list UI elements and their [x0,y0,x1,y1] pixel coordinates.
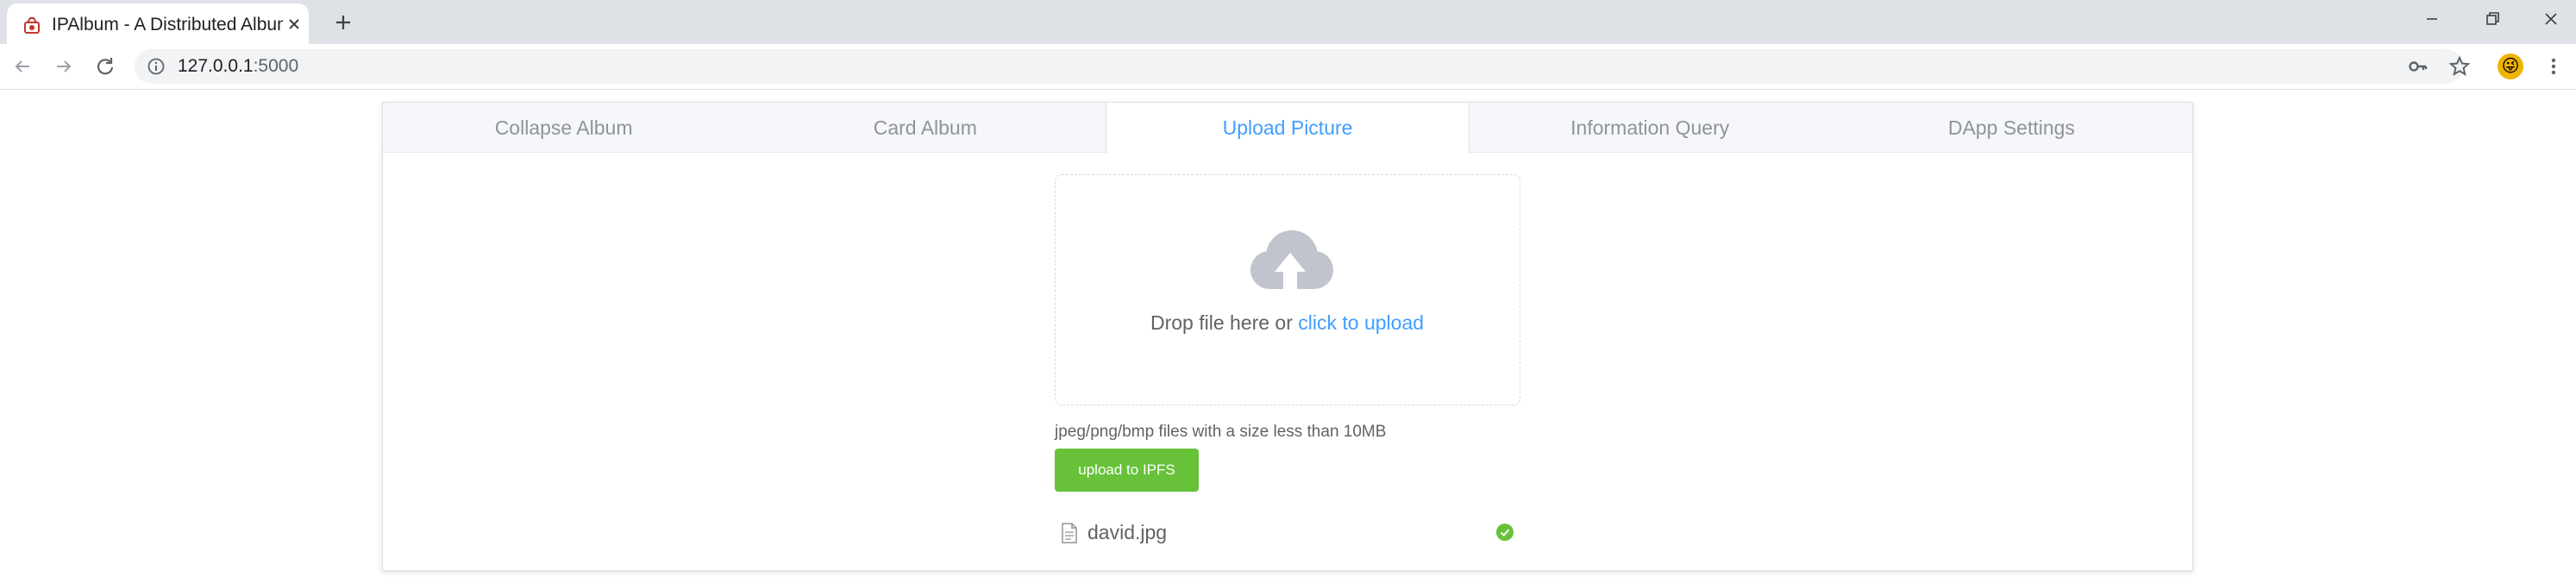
url-text: 127.0.0.1:5000 [178,49,298,84]
browser-tab[interactable]: IPAlbum - A Distributed Album [7,3,309,44]
bookmark-star-icon[interactable] [2448,54,2472,78]
forward-icon[interactable] [52,54,76,78]
address-bar[interactable]: 127.0.0.1:5000 [135,49,2463,84]
minimize-icon[interactable] [2420,7,2444,31]
click-to-upload-link[interactable]: click to upload [1298,311,1424,334]
tab-collapse-album[interactable]: Collapse Album [383,103,744,153]
profile-avatar-icon[interactable]: 😜 [2498,53,2523,79]
restore-icon[interactable] [2480,7,2504,31]
app-card: Collapse Album Card Album Upload Picture… [382,102,2193,571]
app-favicon-icon [24,17,40,34]
document-icon [1062,523,1077,543]
file-name: david.jpg [1087,521,1168,543]
tab-card-album[interactable]: Card Album [744,103,1106,153]
info-icon[interactable] [147,57,166,76]
dropzone-text: Drop file here or click to upload [1056,310,1519,336]
browser-titlebar: IPAlbum - A Distributed Album [0,0,2576,44]
upload-tip: jpeg/png/bmp files with a size less than… [1055,423,1387,441]
uploaded-file-item[interactable]: david.jpg [1055,518,1520,547]
url-host: 127.0.0.1 [178,56,254,76]
key-icon[interactable] [2406,54,2430,78]
reload-icon[interactable] [93,54,117,78]
drop-file-text: Drop file here or [1150,311,1299,334]
tab-dapp-settings[interactable]: DApp Settings [1831,103,2192,153]
url-port: :5000 [253,56,299,76]
tab-information-query[interactable]: Information Query [1470,103,1831,153]
back-icon[interactable] [10,54,34,78]
tab-upload-picture[interactable]: Upload Picture [1106,103,1470,154]
success-check-icon [1496,524,1514,541]
close-window-icon[interactable] [2539,7,2563,31]
menu-kebab-icon[interactable] [2542,54,2566,78]
close-tab-icon[interactable] [285,15,304,34]
upload-to-ipfs-button[interactable]: upload to IPFS [1055,449,1199,492]
app-tabs: Collapse Album Card Album Upload Picture… [383,103,2192,154]
new-tab-icon[interactable] [331,10,355,35]
browser-tab-title: IPAlbum - A Distributed Album [52,15,283,35]
upload-dropzone[interactable]: Drop file here or click to upload [1055,174,1520,405]
browser-toolbar: 127.0.0.1:5000 😜 [0,44,2576,90]
upload-cloud-icon [1250,230,1333,292]
